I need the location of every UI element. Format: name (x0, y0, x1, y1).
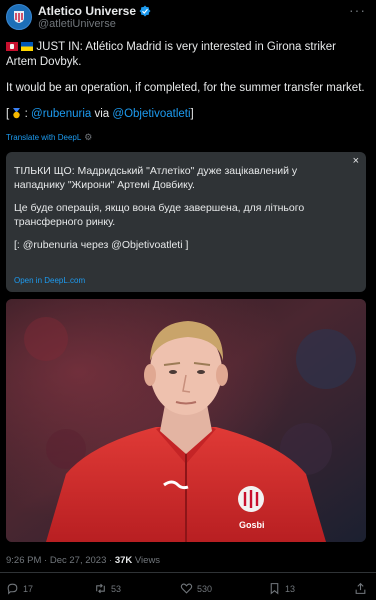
translate-row: Translate with DeepL ⚙ (6, 132, 92, 143)
open-in-deepl-link[interactable]: Open in DeepL.com (14, 276, 85, 285)
tweet-date[interactable]: Dec 27, 2023 (50, 555, 107, 566)
handle[interactable]: @atletiUniverse (38, 18, 116, 30)
tweet-header: Atletico Universe @atletiUniverse ··· (0, 0, 376, 36)
views-count: 37K (114, 555, 133, 566)
reply-icon (7, 583, 18, 595)
translation-paragraph-2: Це буде операція, якщо вона буде заверше… (14, 202, 305, 228)
medal-icon (13, 108, 21, 119)
tweet-text: JUST IN: Atlético Madrid is very interes… (6, 40, 368, 133)
bookmark-icon (270, 583, 279, 595)
tweet-meta: 9:26 PM · Dec 27, 2023 · 37K Views (6, 555, 161, 566)
bookmark-button[interactable]: 13 (268, 582, 295, 595)
flag-icon (6, 42, 18, 51)
ukraine-flag-icon (21, 42, 34, 51)
gear-icon[interactable]: ⚙ (84, 132, 92, 143)
tweet-paragraph-2: It would be an operation, if completed, … (6, 82, 365, 94)
share-button[interactable] (354, 582, 367, 595)
translation-text: ТІЛЬКИ ЩО: Мадридський "Атлетіко" дуже з… (14, 164, 349, 261)
tweet-credits: [ : @rubenuria via @Objetivoatleti] (6, 108, 194, 120)
translation-paragraph-1: ТІЛЬКИ ЩО: Мадридський "Атлетіко" дуже з… (14, 165, 298, 191)
crest-icon (14, 11, 24, 23)
mention-link[interactable]: @Objetivoatleti (112, 108, 190, 120)
more-options-icon[interactable]: ··· (349, 2, 366, 18)
views-label: Views (134, 555, 161, 566)
verified-badge-icon (139, 5, 151, 17)
divider (0, 572, 376, 573)
reply-button[interactable]: 17 (6, 582, 33, 595)
svg-text:Gosbi: Gosbi (239, 520, 265, 530)
translation-paragraph-3: [: @rubenuria через @Objetivoatleti ] (14, 239, 189, 251)
translate-link[interactable]: Translate with DeepL (6, 133, 81, 142)
heart-icon (180, 583, 193, 594)
like-button[interactable]: 530 (180, 582, 212, 595)
retweet-button[interactable]: 53 (94, 582, 121, 595)
player-photo: Gosbi (6, 299, 366, 542)
tweet-photo[interactable]: Gosbi (6, 299, 366, 542)
action-bar: 17 53 530 13 (0, 582, 376, 600)
mention-link[interactable]: @rubenuria (31, 108, 91, 120)
retweet-icon (96, 583, 105, 594)
close-icon[interactable]: × (353, 155, 359, 167)
display-name[interactable]: Atletico Universe (38, 4, 151, 18)
avatar[interactable] (6, 4, 32, 30)
tweet-paragraph-1: JUST IN: Atlético Madrid is very interes… (6, 41, 336, 68)
translation-card: × ТІЛЬКИ ЩО: Мадридський "Атлетіко" дуже… (6, 152, 366, 292)
share-icon (355, 582, 366, 594)
tweet-time[interactable]: 9:26 PM (6, 555, 41, 566)
